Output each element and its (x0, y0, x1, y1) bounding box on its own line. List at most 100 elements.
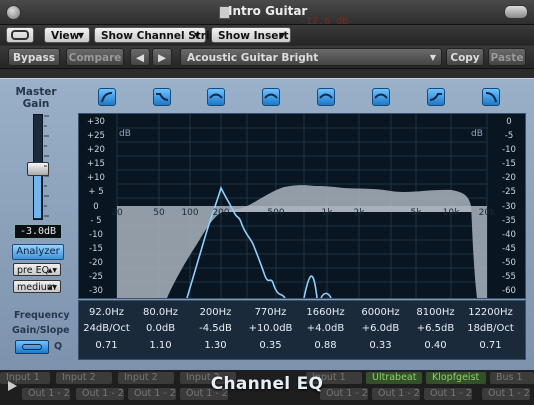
band-2-frequency[interactable]: 80.0Hz (133, 307, 188, 318)
band-5-q[interactable]: 0.88 (298, 340, 353, 351)
bell-icon (319, 93, 333, 99)
freq-tick-500: 500 (267, 208, 284, 218)
band-7-q[interactable]: 0.40 (408, 340, 463, 351)
band-1-frequency[interactable]: 92.0Hz (79, 307, 134, 318)
band-8-frequency[interactable]: 12200Hz (463, 307, 518, 318)
chevron-down-icon: ▼ (278, 31, 285, 40)
band-3-frequency[interactable]: 200Hz (188, 307, 243, 318)
bell-icon (209, 93, 223, 99)
band-6-q[interactable]: 0.33 (353, 340, 408, 351)
gain-slope-label: Gain/Slope (12, 325, 70, 336)
band-5-gain-slope[interactable]: +4.0dB (298, 323, 353, 334)
svg-text:-10: -10 (89, 230, 103, 240)
preset-menu[interactable]: Acoustic Guitar Bright ▼ (180, 48, 442, 66)
band-2-gain-slope[interactable]: 0.0dB (133, 323, 188, 334)
window-close-button[interactable] (6, 5, 21, 20)
freq-tick-20: 20 (111, 208, 123, 218)
compare-button[interactable]: Compare (66, 48, 124, 66)
svg-text:-20: -20 (89, 258, 103, 268)
show-insert-menu[interactable]: Show Insert ▼ (211, 27, 291, 43)
band-3-bell-button[interactable] (207, 88, 225, 106)
view-toolbar: View ▼ Show Channel Strip ▼ Show Insert ▼ (0, 25, 534, 45)
svg-text:-35: -35 (502, 216, 516, 226)
svg-text:+15: +15 (87, 159, 105, 169)
band-2-q[interactable]: 1.10 (133, 340, 188, 351)
band-8-gain-slope[interactable]: 18dB/Oct (463, 323, 518, 334)
zero-db-band (117, 206, 487, 212)
band-4-frequency[interactable]: 770Hz (243, 307, 298, 318)
band-1-gain-slope[interactable]: 24dB/Oct (79, 323, 134, 334)
freq-tick-200: 200 (212, 208, 229, 218)
previous-preset-button[interactable]: ◀ (130, 48, 150, 66)
band-2-low-shelf-button[interactable] (153, 88, 171, 106)
svg-text:-20: -20 (502, 173, 516, 183)
svg-text:-30: -30 (89, 286, 103, 296)
analyzer-mode-select[interactable]: pre EQ ▲▼ (13, 263, 61, 276)
svg-text:0: 0 (506, 117, 511, 127)
svg-text:-55: -55 (502, 272, 516, 282)
svg-text:-45: -45 (502, 244, 516, 254)
chevron-down-icon: ▼ (77, 31, 84, 40)
window-toolbar-toggle-button[interactable] (504, 5, 528, 19)
svg-text:- 5: - 5 (90, 216, 101, 226)
chevron-updown-icon: ▲▼ (47, 267, 57, 274)
show-channel-strip-menu[interactable]: Show Channel Strip ▼ (94, 27, 217, 43)
band-6-gain-slope[interactable]: +6.0dB (353, 323, 408, 334)
bell-icon (264, 93, 278, 99)
preset-name: Acoustic Guitar Bright (187, 52, 319, 64)
band-4-gain-slope[interactable]: +10.0dB (243, 323, 298, 334)
svg-text:-60: -60 (502, 286, 516, 296)
freq-tick-10k: 10k (443, 208, 460, 218)
band-4-q[interactable]: 0.35 (243, 340, 298, 351)
freq-tick-1k: 1k (322, 208, 334, 218)
band-1-low-cut-button[interactable] (98, 88, 116, 106)
band-8-high-cut-button[interactable] (482, 88, 500, 106)
band-1-q[interactable]: 0.71 (79, 340, 134, 351)
eq-graph[interactable]: 20 50 100 200 500 1k 2k 5k 10k 20k dB dB… (78, 113, 526, 299)
band-6-frequency[interactable]: 6000Hz (353, 307, 408, 318)
svg-text:+10: +10 (87, 173, 105, 183)
high-shelf-icon (429, 93, 442, 101)
link-button[interactable] (6, 27, 34, 43)
svg-text:-50: -50 (502, 258, 516, 268)
freq-tick-100: 100 (181, 208, 198, 218)
band-8-q[interactable]: 0.71 (463, 340, 518, 351)
bypass-button[interactable]: Bypass (8, 48, 60, 66)
analyzer-button[interactable]: Analyzer (12, 244, 64, 260)
analyzer-resolution-select[interactable]: medium ▲▼ (13, 280, 61, 293)
svg-text:-15: -15 (502, 159, 516, 169)
view-menu[interactable]: View ▼ (44, 27, 90, 43)
svg-text:+30: +30 (87, 117, 105, 127)
chevron-updown-icon: ▲▼ (47, 284, 57, 291)
copy-button[interactable]: Copy (446, 48, 484, 66)
band-7-frequency[interactable]: 8100Hz (408, 307, 463, 318)
band-7-high-shelf-button[interactable] (427, 88, 445, 106)
svg-text:+20: +20 (87, 145, 105, 155)
analyzer-mode-value: pre EQ (17, 265, 50, 276)
svg-text:0: 0 (93, 202, 98, 212)
freq-tick-20k: 20k (479, 208, 496, 218)
freq-tick-50: 50 (153, 208, 165, 218)
band-7-gain-slope[interactable]: +6.5dB (408, 323, 463, 334)
band-5-bell-button[interactable] (317, 88, 335, 106)
master-gain-value[interactable]: -3.0dB (14, 224, 62, 239)
master-gain-label: Master Gain (15, 86, 57, 110)
band-3-q[interactable]: 1.30 (188, 340, 243, 351)
next-preset-button[interactable]: ▶ (152, 48, 172, 66)
low-cut-icon (101, 92, 113, 103)
freq-tick-5k: 5k (411, 208, 423, 218)
band-5-frequency[interactable]: 1660Hz (298, 307, 353, 318)
low-shelf-icon (156, 93, 169, 101)
link-icon (11, 30, 29, 40)
band-4-bell-button[interactable] (262, 88, 280, 106)
fader-scale (44, 115, 49, 217)
freq-tick-2k: 2k (354, 208, 366, 218)
paste-button[interactable]: Paste (488, 48, 526, 66)
svg-text:-25: -25 (502, 187, 516, 197)
band-3-gain-slope[interactable]: -4.5dB (188, 323, 243, 334)
chevron-down-icon: ▼ (429, 53, 436, 62)
high-cut-icon (485, 92, 497, 103)
band-6-bell-button[interactable] (372, 88, 390, 106)
svg-text:-30: -30 (502, 202, 516, 212)
q-couple-button[interactable] (15, 340, 49, 354)
